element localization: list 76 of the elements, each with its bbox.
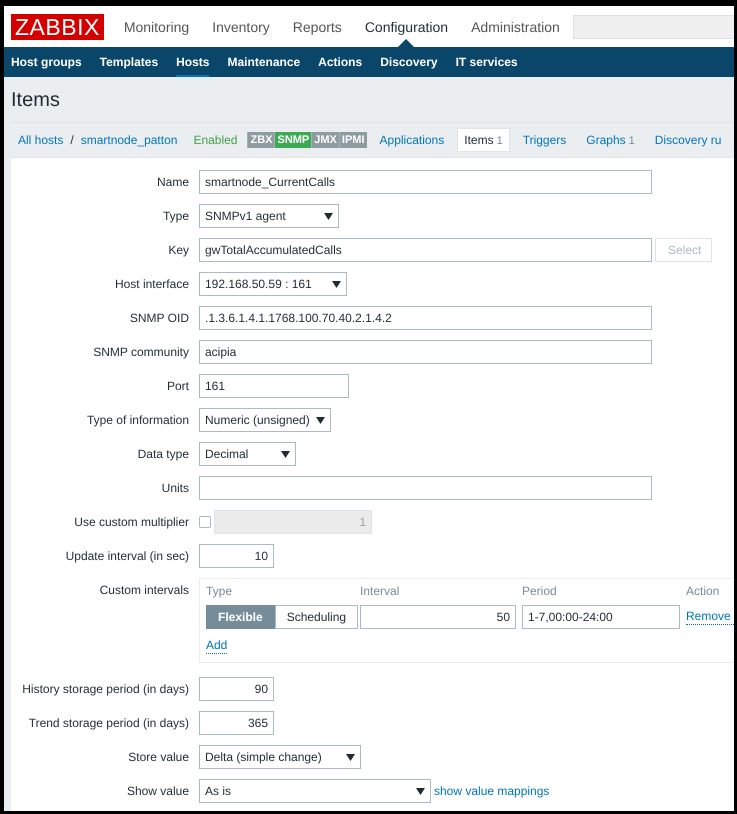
main-menu-item[interactable]: Administration: [471, 6, 560, 47]
number-field[interactable]: 10: [199, 544, 274, 568]
field-label: Custom intervals: [98, 582, 190, 599]
submenu-item[interactable]: Host groups: [11, 47, 82, 77]
dropdown[interactable]: 192.168.50.59 : 161: [199, 272, 347, 296]
host-tab[interactable]: Discovery ru: [648, 128, 728, 152]
zabbix-logo[interactable]: ZABBIX: [11, 14, 104, 40]
submenu-item[interactable]: Discovery: [380, 47, 438, 77]
host-tab[interactable]: Items 1: [457, 128, 510, 152]
submenu-item[interactable]: Maintenance: [227, 47, 300, 77]
text-field[interactable]: [199, 476, 652, 500]
field-label: History storage period (in days): [21, 681, 190, 698]
column-header: Type: [206, 583, 234, 599]
period-field[interactable]: 1-7,00:00-24:00: [522, 605, 680, 629]
breadcrumb-link[interactable]: All hosts: [18, 133, 64, 147]
text-field[interactable]: gwTotalAccumulatedCalls: [199, 238, 652, 262]
caret-icon: [324, 212, 333, 220]
text-field[interactable]: 161: [199, 374, 349, 398]
submenu-item[interactable]: Actions: [318, 47, 362, 77]
field-label: Key: [167, 242, 190, 259]
field-label: SNMP community: [92, 344, 190, 361]
submenu-item[interactable]: IT services: [456, 47, 518, 77]
field-label: Store value: [127, 749, 190, 766]
submenu-item[interactable]: Hosts: [176, 47, 210, 77]
breadcrumb-link[interactable]: smartnode_patton: [80, 133, 178, 147]
caret-icon: [416, 788, 425, 794]
field-label: Name: [156, 174, 190, 191]
caret-icon: [346, 754, 355, 760]
main-menu-item[interactable]: Configuration: [364, 6, 448, 47]
interface-badge: JMX: [311, 132, 339, 148]
interface-badge: IPMI: [338, 132, 367, 148]
dropdown[interactable]: Decimal: [199, 442, 296, 466]
text-field[interactable]: acipia: [199, 340, 652, 364]
add-link[interactable]: Add: [206, 638, 228, 654]
main-menu-item[interactable]: Reports: [292, 6, 342, 47]
interface-badge: SNMP: [274, 132, 312, 148]
remove-link[interactable]: Remove: [686, 609, 734, 625]
field-label: Units: [160, 480, 190, 497]
caret-icon: [316, 416, 325, 424]
host-tab[interactable]: Triggers: [516, 128, 574, 152]
field-label: Type of information: [86, 412, 190, 429]
number-field[interactable]: 90: [199, 677, 274, 701]
submenu-item[interactable]: Templates: [100, 47, 158, 77]
field-label: SNMP OID: [128, 310, 190, 327]
page-title: Items: [11, 77, 734, 123]
text-field[interactable]: .1.3.6.1.4.1.1768.100.70.40.2.1.4.2: [199, 306, 652, 330]
field-label: Port: [166, 378, 190, 395]
field-label: Update interval (in sec): [64, 548, 190, 565]
column-header: Action: [686, 583, 720, 599]
host-tab[interactable]: Applications: [372, 128, 452, 152]
number-field[interactable]: 365: [199, 711, 274, 735]
interval-field[interactable]: 50: [360, 605, 516, 629]
caret-icon: [332, 280, 341, 288]
caret-icon: [281, 450, 290, 458]
column-header: Interval: [360, 583, 400, 599]
field-label: Host interface: [114, 276, 190, 293]
dropdown[interactable]: Numeric (unsigned): [199, 408, 331, 432]
breadcrumb-separator: /: [70, 133, 74, 147]
main-menu-item[interactable]: Monitoring: [124, 6, 190, 47]
dropdown[interactable]: As is: [199, 779, 431, 803]
field-label: Type: [162, 208, 190, 225]
field-label: Data type: [136, 446, 190, 463]
host-status: Enabled: [193, 133, 238, 147]
field-label: Trend storage period (in days): [28, 715, 190, 732]
value-mappings-link[interactable]: show value mappings: [434, 784, 550, 798]
dropdown[interactable]: Delta (simple change): [199, 745, 361, 769]
host-tab[interactable]: Graphs 1: [579, 128, 642, 152]
text-field[interactable]: smartnode_CurrentCalls: [199, 170, 652, 194]
column-header: Period: [522, 583, 558, 599]
interface-badge: ZBX: [247, 132, 274, 148]
mode-toggle[interactable]: Scheduling: [274, 605, 358, 629]
main-menu-item[interactable]: Inventory: [212, 6, 270, 47]
dropdown[interactable]: SNMPv1 agent: [199, 204, 339, 228]
search-field[interactable]: [573, 14, 734, 38]
field-label: Show value: [126, 783, 190, 800]
field-label: Use custom multiplier: [73, 514, 190, 531]
